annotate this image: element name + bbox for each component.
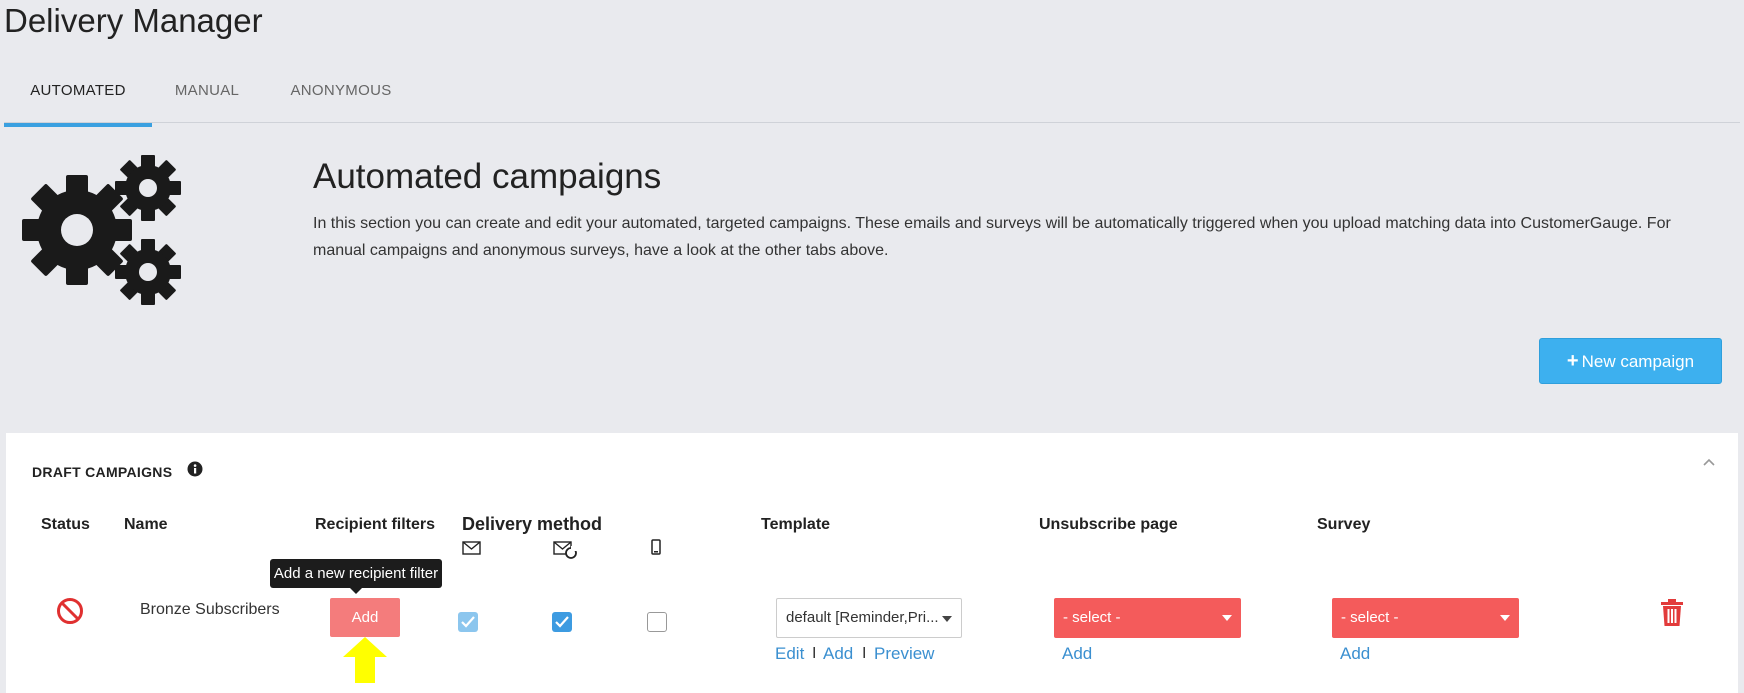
chevron-up-icon[interactable] xyxy=(1702,457,1716,467)
tab-manual[interactable]: MANUAL xyxy=(152,62,262,121)
reminder-checkbox[interactable] xyxy=(552,612,572,632)
chevron-down-icon xyxy=(1222,615,1232,621)
template-add-link[interactable]: Add xyxy=(823,644,853,664)
new-campaign-label: New campaign xyxy=(1581,352,1695,371)
unsubscribe-select-value: - select - xyxy=(1063,609,1121,626)
tooltip: Add a new recipient filter xyxy=(270,559,442,594)
plus-icon: + xyxy=(1566,350,1579,372)
campaign-name[interactable]: Bronze Subscribers xyxy=(140,601,280,619)
unsubscribe-add-link[interactable]: Add xyxy=(1062,644,1092,664)
column-status: Status xyxy=(41,516,90,533)
sms-checkbox[interactable] xyxy=(647,612,667,632)
draft-campaigns-panel: DRAFT CAMPAIGNS Status Name Recipient fi… xyxy=(6,433,1738,693)
column-delivery-method: Delivery method xyxy=(462,514,603,534)
envelope-repeat-icon xyxy=(553,541,577,559)
link-separator: I xyxy=(862,645,867,662)
unsubscribe-page-select[interactable]: - select - xyxy=(1054,598,1241,638)
mobile-phone-icon xyxy=(651,539,661,555)
template-select-value: default [Reminder,Pri... xyxy=(786,609,939,626)
add-recipient-filter-button[interactable]: Add xyxy=(330,598,400,637)
info-icon[interactable] xyxy=(187,461,203,477)
no-entry-icon[interactable] xyxy=(56,597,84,625)
section-description: In this section you can create and edit … xyxy=(313,215,1671,259)
template-edit-link[interactable]: Edit xyxy=(775,644,804,664)
column-name: Name xyxy=(124,516,168,533)
survey-add-link[interactable]: Add xyxy=(1340,644,1370,664)
tab-automated[interactable]: AUTOMATED xyxy=(4,62,152,127)
email-checkbox[interactable] xyxy=(458,612,478,632)
template-select[interactable]: default [Reminder,Pri... xyxy=(776,598,962,638)
section-title: Automated campaigns xyxy=(313,157,662,196)
highlight-arrow-icon xyxy=(343,637,387,683)
survey-select-value: - select - xyxy=(1341,609,1399,626)
template-preview-link[interactable]: Preview xyxy=(874,644,934,664)
page-title: Delivery Manager xyxy=(4,2,263,39)
column-template: Template xyxy=(761,516,831,533)
tab-anonymous[interactable]: ANONYMOUS xyxy=(266,62,416,121)
gears-icon xyxy=(22,155,181,305)
chevron-down-icon xyxy=(1500,615,1510,621)
envelope-icon xyxy=(462,541,481,555)
tab-bar: AUTOMATED MANUAL ANONYMOUS xyxy=(4,62,1740,127)
chevron-down-icon xyxy=(942,616,952,622)
new-campaign-button[interactable]: + New campaign xyxy=(1539,338,1722,384)
trash-icon[interactable] xyxy=(1660,599,1684,627)
column-recipient-filters: Recipient filters xyxy=(315,516,436,533)
survey-select[interactable]: - select - xyxy=(1332,598,1519,638)
column-survey: Survey xyxy=(1317,516,1371,533)
link-separator: I xyxy=(812,645,817,662)
panel-title: DRAFT CAMPAIGNS xyxy=(32,464,173,480)
column-unsubscribe-page: Unsubscribe page xyxy=(1039,516,1178,533)
